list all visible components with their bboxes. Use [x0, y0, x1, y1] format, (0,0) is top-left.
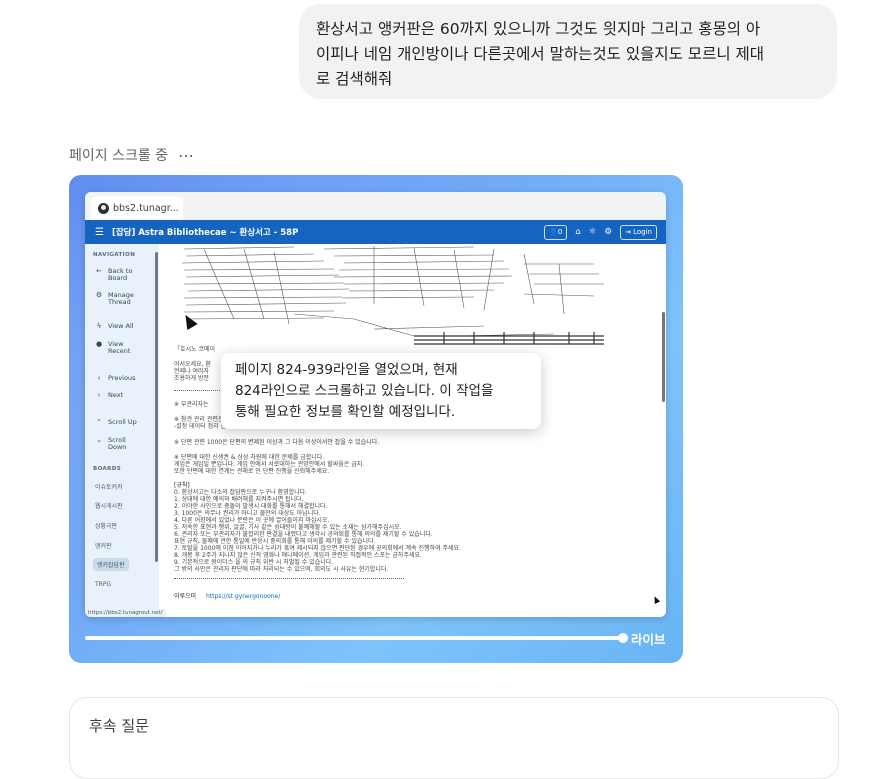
browser-tab[interactable]: bbs2.tunagr... — [91, 196, 183, 220]
followup-section: 후속 질문 — [69, 697, 839, 779]
content-line: 언제나 여러자 — [174, 368, 210, 375]
callout-line: 페이지 824-939라인을 열었으며, 현재 — [235, 362, 458, 378]
page-scrollbar[interactable] — [662, 312, 665, 402]
content-line: 1. 상대에 대한 예의와 배려해를 지켜주시면 됩니다. — [174, 496, 304, 503]
content-line: [규칙] — [174, 482, 190, 489]
thread-title: [잡담] Astra Bibliothecae ~ 환상서고 - 58P — [111, 228, 299, 238]
user-message-line: 이피나 네임 개인방이나 다른곳에서 말하는것도 있을지도 모르니 제대 — [316, 45, 765, 63]
content-line: 게임은 게임일 뿐입니다. 게임 안에서 서로대하는 관망안에서 할싸움은 금지… — [174, 461, 365, 468]
user-message-bubble: 환상서고 앵커판은 60까지 있으니까 그것도 읫지마 그리고 홍몽의 아 이피… — [299, 4, 837, 99]
sidebar-item-label: Previous — [108, 374, 136, 382]
content-line: 어서오세요, 환 — [174, 361, 211, 368]
agent-action-callout: 페이지 824-939라인을 열었으며, 현재 824라인으로 스크롤하고 있습… — [221, 353, 541, 429]
board-link[interactable]: 앵커판 — [95, 541, 112, 550]
user-message-line: 로 검색해줘 — [316, 70, 393, 88]
content-line: ※ 단편에 대한 신생권 & 상상 차원에 대한 문제를 금합니다. — [174, 454, 325, 461]
content-line: 9. 기본적으로 왕이더스 을 의 규칙 위반 시 처벌될 수 있습니다. — [174, 559, 334, 566]
live-browser-panel: bbs2.tunagr... ☰ [잡담] Astra Bibliothecae… — [69, 175, 683, 663]
status-url: https://bbs2.tunagrout.net/ — [85, 609, 166, 617]
content-line: ※ 단편 관련 1000은 단편의 변제된 이상과 그 다음 이상이서만 잡을 … — [174, 439, 380, 446]
sidebar-item-manage-thread[interactable]: ⚙ Manage Thread — [95, 292, 134, 306]
home-icon[interactable]: ⌂ — [575, 227, 580, 237]
content-line: 이루으미 — [174, 593, 197, 600]
board-link[interactable]: 이슈토커커 — [95, 482, 123, 491]
hamburger-menu-icon[interactable]: ☰ — [95, 227, 104, 238]
arrow-left-icon: ← — [96, 267, 102, 275]
sidebar-item-view-all[interactable]: ϟ View All — [95, 323, 134, 330]
content-line: 조용하게 방문 — [174, 375, 210, 382]
sidebar-item-label: Scroll Up — [108, 418, 137, 426]
content-line: 그 밖의 사안은 관리자 판단에 따라 처리되는 수 있으며, 회의도 시 사유… — [174, 566, 389, 573]
callout-line: 통해 필요한 정보를 확인할 예정입니다. — [235, 404, 456, 420]
theme-sun-icon[interactable]: ☼ — [589, 227, 597, 237]
content-line: 3. 1000은 의무나 권리가 아니고 불만의 대상도 아닙니다. — [174, 510, 321, 517]
sidebar-item-scroll-up[interactable]: ⌃ Scroll Up — [95, 419, 137, 426]
user-message-line: 환상서고 앵커판은 60까지 있으니까 그것도 읫지마 그리고 홍몽의 아 — [316, 20, 761, 38]
sidebar-item-next[interactable]: › Next — [95, 391, 124, 399]
nav-heading: NAVIGATION — [93, 252, 136, 258]
thread-content: 「호시노 코메이 어서오세요, 환 언제나 여러자 조용하게 방문 ※ 부관리자… — [164, 244, 658, 617]
followup-heading: 후속 질문 — [89, 717, 149, 735]
sidebar-item-label: Manage Thread — [108, 291, 134, 306]
content-line: 2. 이야한 사인으로 충돌이 발생시 대화를 통해서 해결합니다. — [174, 503, 328, 510]
live-label[interactable]: 라이브 — [631, 629, 666, 648]
ascii-art — [181, 246, 604, 345]
sidebar: NAVIGATION ← Back to Board ⚙ Manage Thread… — [85, 244, 166, 617]
content-line: 4. 다른 어장에서 있었나 분란은 이 곳에 끌어들이지 마십시오. — [174, 517, 330, 524]
settings-gear-icon[interactable]: ⚙ — [604, 227, 612, 237]
board-link[interactable]: 상황극판 — [95, 521, 117, 530]
sidebar-item-label: Back to Board — [108, 267, 133, 282]
content-line: 또한 단편에 대한 연계는 관래로 인 단편 진행을 신뢰해주세요. — [174, 468, 330, 475]
chevron-down-icon: ⌄ — [96, 436, 102, 444]
user-icon: 👤 — [549, 227, 558, 236]
boards-heading: BOARDS — [93, 466, 122, 472]
lightning-icon: ϟ — [96, 322, 102, 330]
activity-status: 페이지 스크롤 중 ⋯ — [69, 145, 195, 165]
more-options-icon[interactable]: ⋯ — [178, 146, 195, 165]
status-label: 페이지 스크롤 중 — [69, 148, 169, 164]
content-line: 8. 개봉 후 2주가 지나지 않은 신작 영화나 애니메이션, 게임과 관련된… — [174, 552, 422, 559]
site-header: ☰ [잡담] Astra Bibliothecae ~ 환상서고 - 58P 👤… — [85, 220, 666, 244]
sidebar-item-label: View Recent — [108, 340, 131, 355]
content-line: 표현 규칙, 불쾌에 관한 통일에 반응시 중의회를 통해 이의를 제기할 수 … — [174, 538, 376, 545]
chevron-right-icon: › — [97, 391, 101, 399]
sidebar-item-view-recent[interactable]: ● View Recent — [95, 340, 131, 355]
recent-icon: ● — [95, 340, 103, 348]
board-link-active[interactable]: 앵커잡담판 — [93, 558, 129, 571]
chevron-left-icon: ‹ — [97, 374, 101, 382]
sidebar-item-label: View All — [108, 322, 134, 330]
login-label: Login — [633, 227, 652, 236]
playback-progress-bar[interactable] — [85, 636, 623, 640]
sidebar-item-back-to-board[interactable]: ← Back to Board — [95, 268, 132, 282]
content-line: 7. 토탈을 1000에 이점 이어지거나 누리가 혹여 제시되지 않으면 판단… — [174, 545, 461, 552]
user-count-badge[interactable]: 👤0 — [544, 224, 568, 240]
tab-title: bbs2.tunagr... — [113, 202, 179, 214]
content-line: 6. 관리자 또는 부관리자가 불합리한 판결을 내렸다고 생각시 공의회를 통… — [174, 531, 433, 538]
gear-icon: ⚙ — [95, 291, 103, 299]
board-link[interactable]: 웹시게시판 — [95, 501, 123, 510]
site-favicon-icon — [98, 202, 109, 214]
callout-line: 824라인으로 스크롤하고 있습니다. 이 작업을 — [235, 383, 494, 399]
sidebar-item-scroll-down[interactable]: ⌄ Scroll Down — [95, 437, 126, 451]
content-line: 5. 저속한 표현과 행위, 얼굴, 기사 같은 성대방이 불쾌해할 수 있는 … — [174, 524, 402, 531]
login-button[interactable]: ⇥ Login — [620, 224, 657, 240]
sidebar-scrollbar[interactable] — [155, 252, 158, 562]
user-count: 0 — [557, 227, 563, 236]
content-link[interactable]: https://st.gynergonoone/ — [206, 593, 280, 600]
sidebar-item-label: Scroll Down — [108, 436, 127, 451]
content-line: 「호시노 코메이 — [174, 346, 216, 353]
tab-bar: bbs2.tunagr... — [85, 192, 666, 220]
board-link[interactable]: TRPG — [95, 581, 111, 588]
sidebar-item-label: Next — [108, 391, 124, 399]
chevron-up-icon: ⌃ — [96, 418, 102, 426]
content-line: ※ 부관리자는 — [174, 401, 209, 408]
login-icon: ⇥ — [625, 227, 631, 236]
content-line: 0. 환상서고는 다소의 잡담판으로 누구나 환영합니다. — [174, 489, 308, 496]
playback-scrubber-handle[interactable] — [618, 633, 628, 643]
sidebar-item-previous[interactable]: ‹ Previous — [95, 374, 136, 382]
